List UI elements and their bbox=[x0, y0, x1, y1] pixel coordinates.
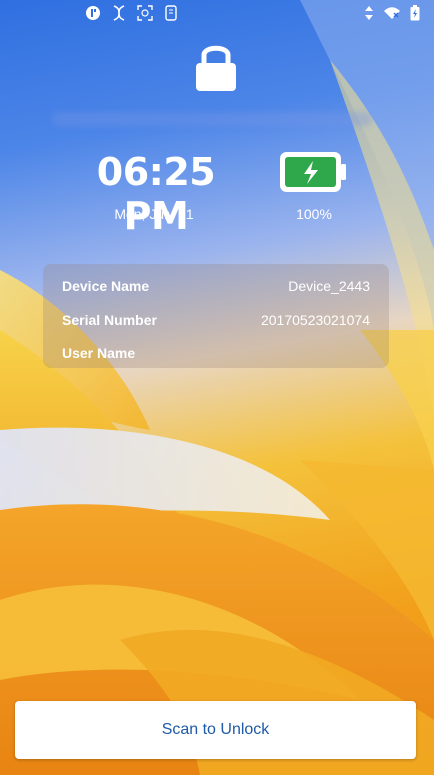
device-name-value: Device_2443 bbox=[288, 278, 370, 294]
serial-number-value: 20170523021074 bbox=[260, 312, 370, 328]
dna-icon bbox=[110, 4, 128, 22]
serial-number-row: Serial Number 20170523021074 bbox=[62, 312, 370, 332]
device-name-label: Device Name bbox=[62, 278, 150, 294]
device-name-row: Device Name Device_2443 bbox=[62, 278, 370, 298]
battery-icon bbox=[280, 152, 348, 192]
status-right-icons bbox=[360, 4, 424, 22]
lock-divider bbox=[52, 112, 372, 126]
serial-number-label: Serial Number bbox=[62, 312, 157, 328]
scan-to-unlock-button[interactable]: Scan to Unlock bbox=[15, 701, 416, 759]
app-badge-icon bbox=[84, 4, 102, 22]
lock-icon bbox=[194, 40, 238, 92]
user-name-row: User Name bbox=[62, 345, 370, 365]
battery-charging-icon bbox=[406, 4, 424, 22]
user-name-label: User Name bbox=[62, 345, 136, 361]
status-left-icons bbox=[84, 4, 180, 22]
data-transfer-icon bbox=[360, 4, 378, 22]
battery-percent: 100% bbox=[296, 206, 332, 222]
clock-time: 06:25 PM bbox=[96, 150, 216, 238]
phone-screen-icon bbox=[162, 4, 180, 22]
wifi-icon bbox=[383, 4, 401, 22]
clock-date: Mon, July 21 bbox=[114, 206, 194, 222]
face-scan-icon bbox=[136, 4, 154, 22]
device-info-card: Device Name Device_2443 Serial Number 20… bbox=[43, 264, 389, 368]
status-bar bbox=[0, 0, 434, 26]
